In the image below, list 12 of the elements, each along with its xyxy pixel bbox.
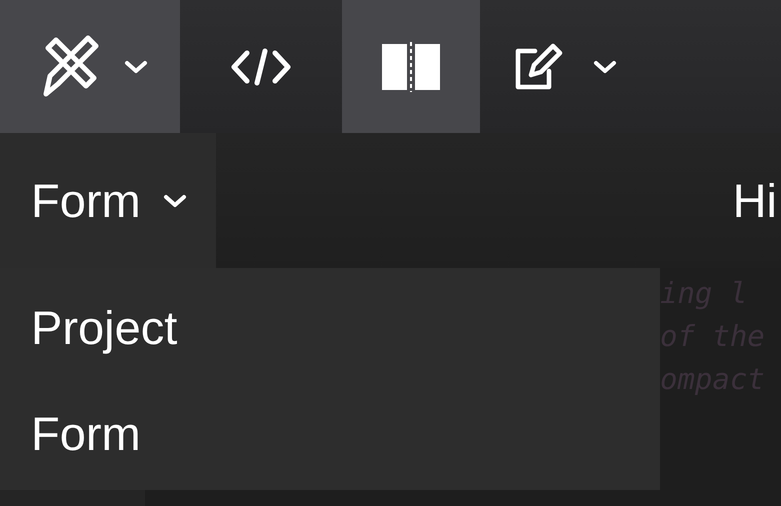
chevron-down-icon: [162, 194, 187, 208]
edit-icon: [513, 42, 563, 90]
split-columns-icon: [382, 42, 440, 92]
view-dropdown[interactable]: Form: [0, 133, 216, 268]
design-view-button[interactable]: [0, 0, 180, 133]
menu-item[interactable]: Form: [0, 380, 141, 486]
chevron-down-icon: [593, 60, 617, 74]
chevron-down-icon: [124, 60, 148, 74]
header-title: Hi: [732, 173, 777, 228]
code-icon: [231, 46, 291, 86]
menu-item[interactable]: Project: [0, 274, 178, 380]
split-view-button[interactable]: [342, 0, 480, 133]
